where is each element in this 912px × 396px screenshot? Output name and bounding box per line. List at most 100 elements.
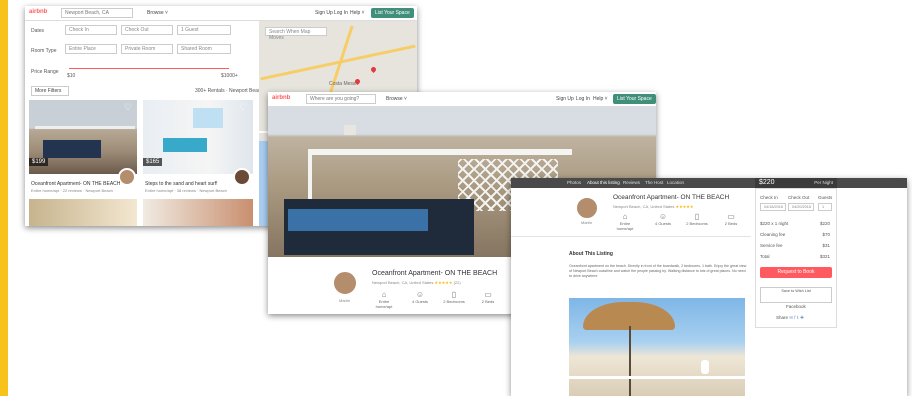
tab-host[interactable]: The Host [645, 180, 663, 185]
map-city-label: Costa Mesa [329, 81, 356, 87]
log-in-link[interactable]: Log In [334, 10, 348, 16]
lifeguard-tower-shape [344, 125, 356, 135]
search-topbar: airbnb Newport Beach, CA Browse ˅ Sign U… [25, 6, 417, 21]
price-slider-track[interactable] [69, 68, 229, 69]
results-count: 300+ Rentals · Newport Beach [195, 88, 264, 94]
amenity-home: ⌂ Entire home/apt [370, 290, 398, 309]
amenity-beds: ▭ 2 Beds [474, 290, 502, 304]
service-fee-value: $31 [822, 243, 830, 248]
guests-select[interactable]: 1 Guest [177, 25, 231, 35]
guests-label: Guests [818, 195, 833, 200]
sign-up-link[interactable]: Sign Up [315, 10, 333, 16]
host-avatar[interactable] [332, 270, 358, 296]
price-max: $1000+ [221, 73, 238, 79]
total-value: $321 [819, 254, 830, 259]
listing-title: Oceanfront Apartment- ON THE BEACH [372, 270, 498, 277]
listing-detail-screenshot: Photos About this listing Reviews The Ho… [511, 178, 907, 396]
location-search-input[interactable]: Newport Beach, CA [61, 8, 133, 18]
nights-label: $220 x 1 night [760, 221, 789, 226]
nights-value: $220 [819, 221, 830, 226]
price-min: $10 [67, 73, 76, 79]
more-filters-button[interactable]: More Filters [31, 86, 69, 96]
listing-title: Oceanfront Apartment- ON THE BEACH [613, 194, 730, 201]
listing-topbar: airbnb Where are you going? Browse ˅ Sig… [268, 92, 656, 107]
total-label: Total [760, 254, 770, 259]
price-header: $220 Per Night [755, 178, 837, 188]
per-night-label: Per Night [814, 180, 833, 185]
blanket-shape [288, 209, 428, 231]
amenity-guests: ☺ 4 Guests [649, 212, 677, 226]
log-in-link[interactable]: Log In [576, 96, 590, 102]
listing-sub-1: Entire home/apt · 22 reviews · Newport B… [31, 188, 113, 193]
host-name: Martin [581, 220, 593, 225]
check-out-field[interactable]: Check Out [121, 25, 173, 35]
check-in-label: Check In [760, 195, 778, 200]
rating-stars: ★★★★★ [434, 280, 453, 285]
listing-title-2[interactable]: Steps to the sand and heart surf! [145, 181, 218, 187]
bed-icon: ▭ [484, 290, 492, 299]
room-type-label: Room Type [31, 48, 57, 54]
list-your-space-button[interactable]: List Your Space [613, 94, 656, 104]
amenity-bedrooms: ▯ 2 Bedrooms [440, 290, 468, 304]
about-heading: About This Listing [569, 251, 613, 257]
save-wishlist-button[interactable]: Save to Wish List [760, 287, 832, 303]
help-menu[interactable]: Help ˅ [350, 10, 365, 16]
dates-label: Dates [31, 28, 45, 34]
map-search-toggle[interactable]: Search When Map Moves [265, 27, 327, 41]
railing-shape [569, 376, 745, 396]
booking-panel: Check In Check Out Guests 04/18/2016 04/… [755, 188, 837, 328]
room-type-private[interactable]: Private Room [121, 44, 173, 54]
tab-about[interactable]: About this listing [587, 180, 620, 185]
listing-photo-3[interactable] [29, 199, 137, 226]
map-pin-icon[interactable] [369, 65, 378, 74]
door-icon: ▯ [694, 212, 700, 221]
listing-price-1: $199 [29, 158, 49, 166]
tab-photos[interactable]: Photos [567, 180, 581, 185]
guests-select[interactable]: 1 [818, 203, 832, 211]
beach-umbrella-photo[interactable] [569, 298, 745, 396]
destination-search-input[interactable]: Where are you going? [306, 94, 376, 104]
amenity-bedrooms: ▯ 2 Bedrooms [683, 212, 711, 226]
amenity-guests: ☺ 4 Guests [406, 290, 434, 304]
heart-icon[interactable]: ♡ [239, 102, 247, 113]
airbnb-logo[interactable]: airbnb [272, 95, 290, 101]
listing-sub-2: Entire home/apt · 38 reviews · Newport B… [145, 188, 227, 193]
price-range-label: Price Range [31, 69, 59, 75]
browse-menu[interactable]: Browse ˅ [147, 10, 168, 16]
divider [511, 236, 751, 237]
facebook-label: Facebook [786, 304, 806, 309]
request-to-book-button[interactable]: Request to Book [760, 267, 832, 278]
check-out-input[interactable]: 04/20/2016 [788, 203, 814, 211]
tab-reviews[interactable]: Reviews [623, 180, 640, 185]
cleaning-fee-value: $70 [822, 232, 830, 237]
tab-location[interactable]: Location [667, 180, 684, 185]
door-icon: ▯ [451, 290, 457, 299]
check-in-input[interactable]: 04/18/2016 [760, 203, 786, 211]
heart-icon[interactable]: ♡ [124, 102, 132, 113]
sofa-shape [43, 140, 101, 158]
share-label: Share ✉ f 𝕥 ✚ [776, 315, 804, 320]
review-count: (22) [453, 280, 461, 285]
sign-up-link[interactable]: Sign Up [556, 96, 574, 102]
amenity-home: ⌂ Entire home/apt [611, 212, 639, 231]
share-icons[interactable]: ✉ f 𝕥 ✚ [789, 315, 804, 320]
host-avatar[interactable] [575, 196, 599, 220]
listing-photo-4[interactable] [143, 199, 253, 226]
detail-nav-bar: Photos About this listing Reviews The Ho… [511, 178, 907, 188]
bed-icon: ▭ [727, 212, 735, 221]
help-menu[interactable]: Help ˅ [593, 96, 608, 102]
blue-sofa-shape [163, 138, 207, 152]
home-icon: ⌂ [622, 212, 628, 221]
nightly-price: $220 [759, 179, 775, 186]
room-type-entire[interactable]: Entire Place [65, 44, 117, 54]
amenity-beds: ▭ 2 Beds [717, 212, 745, 226]
browse-menu[interactable]: Browse ˅ [386, 96, 407, 102]
listing-title-1[interactable]: Oceanfront Apartment- ON THE BEACH [31, 181, 120, 187]
service-fee-label: Service fee [760, 243, 783, 248]
rating-stars: ★★★★★ [675, 204, 694, 209]
check-in-field[interactable]: Check In [65, 25, 117, 35]
room-type-shared[interactable]: Shared Room [177, 44, 231, 54]
list-your-space-button[interactable]: List Your Space [371, 8, 414, 18]
guests-icon: ☺ [415, 290, 425, 299]
airbnb-logo[interactable]: airbnb [29, 9, 47, 15]
